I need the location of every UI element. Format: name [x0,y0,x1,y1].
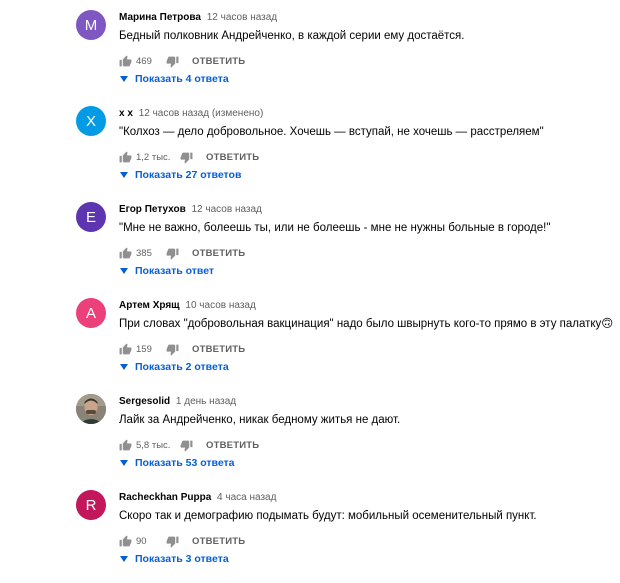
chevron-down-icon [119,74,129,84]
comment-text-body: При словах "добровольная вакцинация" над… [119,318,602,330]
chevron-down-icon [119,266,129,276]
thumb-up-icon[interactable] [117,533,133,549]
show-replies-label: Показать 2 ответа [135,361,229,373]
comment-header: Егор Петухов 12 часов назад [119,203,262,217]
comment-time[interactable]: 1 день назад [176,396,236,407]
reply-button[interactable]: ОТВЕТИТЬ [192,248,245,259]
thumb-up-icon[interactable] [117,437,133,453]
avatar[interactable]: А [76,298,106,328]
thumb-down-icon[interactable] [164,53,180,69]
comment-time[interactable]: 10 часов назад [185,300,255,311]
comment-thread: Е Егор Петухов 12 часов назад "Мне не ва… [0,192,620,288]
thumb-up-icon[interactable] [117,149,133,165]
comment-time[interactable]: 12 часов назад [192,204,262,215]
comment-header: x x 12 часов назад (изменено) [119,107,263,121]
comment-actions: 385 ОТВЕТИТЬ [117,245,245,261]
author-name[interactable]: Racheckhan Puppa [119,492,211,503]
thumb-down-icon[interactable] [164,341,180,357]
reply-button[interactable]: ОТВЕТИТЬ [192,56,245,67]
thumb-up-icon[interactable] [117,341,133,357]
comment-actions: 159 ОТВЕТИТЬ [117,341,245,357]
thumb-up-icon[interactable] [117,245,133,261]
author-name[interactable]: Sergesolid [119,396,170,407]
comment-actions: 1,2 тыс. ОТВЕТИТЬ [117,149,259,165]
like-count: 159 [136,343,152,355]
comment-header: Артем Хрящ 10 часов назад [119,299,256,313]
comment-thread: X x x 12 часов назад (изменено) "Колхоз … [0,96,620,192]
comment-text: При словах "добровольная вакцинация" над… [119,316,613,332]
like-count: 5,8 тыс. [136,439,171,451]
show-replies-button[interactable]: Показать 4 ответа [119,73,229,85]
show-replies-button[interactable]: Показать 27 ответов [119,169,241,181]
show-replies-label: Показать 27 ответов [135,169,242,181]
reply-button[interactable]: ОТВЕТИТЬ [192,536,245,547]
show-replies-label: Показать 3 ответа [135,553,229,565]
comment-text: Скоро так и демографию подымать будут: м… [119,510,537,522]
thumb-down-icon[interactable] [164,533,180,549]
show-replies-button[interactable]: Показать 53 ответа [119,457,235,469]
comment-actions: 469 ОТВЕТИТЬ [117,53,245,69]
show-replies-button[interactable]: Показать 2 ответа [119,361,229,373]
show-replies-button[interactable]: Показать ответ [119,265,214,277]
comment-text: "Колхоз — дело добровольное. Хочешь — вс… [119,126,544,138]
comment-thread: М Марина Петрова 12 часов назад Бедный п… [0,0,620,96]
like-count: 90 [136,535,147,547]
like-count: 385 [136,247,152,259]
reply-button[interactable]: ОТВЕТИТЬ [206,152,259,163]
comment-text: Бедный полковник Андрейченко, в каждой с… [119,30,465,42]
comment-header: Sergesolid 1 день назад [119,395,236,409]
thumb-up-icon[interactable] [117,53,133,69]
thumb-down-icon[interactable] [178,149,194,165]
comment-actions: 5,8 тыс. ОТВЕТИТЬ [117,437,259,453]
comment-actions: 90 ОТВЕТИТЬ [117,533,245,549]
upside-down-face-emoji: 🙃 [601,318,614,330]
comment-time[interactable]: 12 часов назад (изменено) [139,108,264,119]
author-name[interactable]: Марина Петрова [119,12,201,23]
chevron-down-icon [119,362,129,372]
avatar[interactable]: М [76,10,106,40]
comment-thread: Sergesolid 1 день назад Лайк за Андрейче… [0,384,620,480]
show-replies-label: Показать 53 ответа [135,457,235,469]
comment-thread: А Артем Хрящ 10 часов назад При словах "… [0,288,620,384]
like-count: 469 [136,55,152,67]
show-replies-button[interactable]: Показать 3 ответа [119,553,229,565]
thumb-down-icon[interactable] [164,245,180,261]
show-replies-label: Показать 4 ответа [135,73,229,85]
comment-text: "Мне не важно, болеешь ты, или не болееш… [119,222,551,234]
avatar[interactable]: R [76,490,106,520]
reply-button[interactable]: ОТВЕТИТЬ [206,440,259,451]
avatar[interactable]: Е [76,202,106,232]
show-replies-label: Показать ответ [135,265,215,277]
thumb-down-icon[interactable] [178,437,194,453]
comment-text: Лайк за Андрейченко, никак бедному житья… [119,414,401,426]
comment-time[interactable]: 12 часов назад [207,12,277,23]
user-photo-icon [76,394,106,424]
chevron-down-icon [119,458,129,468]
comment-time[interactable]: 4 часа назад [217,492,276,503]
chevron-down-icon [119,554,129,564]
chevron-down-icon [119,170,129,180]
avatar-photo[interactable] [76,394,106,424]
author-name[interactable]: Артем Хрящ [119,300,180,311]
author-name[interactable]: x x [119,108,133,119]
comment-header: Марина Петрова 12 часов назад [119,11,277,25]
author-name[interactable]: Егор Петухов [119,204,186,215]
avatar[interactable]: X [76,106,106,136]
comment-thread: R Racheckhan Puppa 4 часа назад Скоро та… [0,480,620,576]
like-count: 1,2 тыс. [136,151,171,163]
reply-button[interactable]: ОТВЕТИТЬ [192,344,245,355]
comment-header: Racheckhan Puppa 4 часа назад [119,491,276,505]
